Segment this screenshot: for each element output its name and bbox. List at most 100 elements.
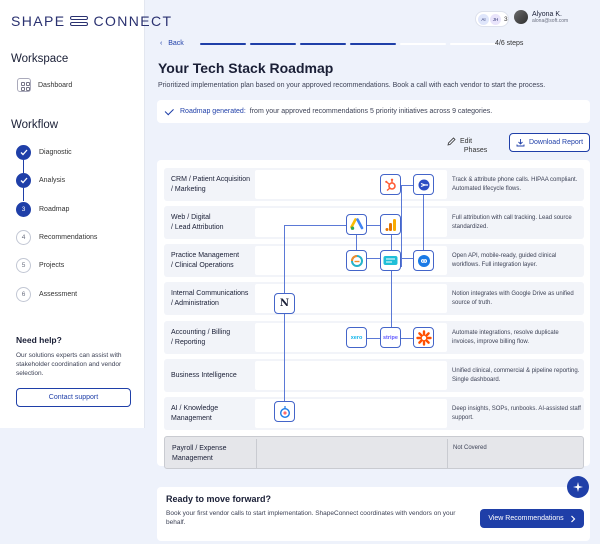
edit-label: Edit [460, 138, 473, 145]
help-text: Our solutions experts can assist with st… [16, 352, 122, 377]
avatar-count: 3 [504, 15, 508, 23]
callrail-logo-icon[interactable] [413, 174, 434, 195]
row-category: Web / Digital / Lead Attribution [171, 213, 224, 231]
steps-count: 4/6 steps [495, 40, 524, 47]
avatar: JH [490, 13, 501, 25]
download-icon [516, 139, 525, 147]
collaborators-avatars[interactable]: AI JH 3 [475, 11, 509, 27]
step-number: 3 [16, 202, 31, 217]
user-menu[interactable]: Alyona K. alona@soft.com [514, 10, 568, 24]
cta-button-label: View Recommendations [488, 515, 564, 522]
sidebar-item-dashboard[interactable]: Dashboard [17, 78, 72, 92]
workflow-step-recommendations[interactable]: 4 Recommendations [16, 230, 97, 245]
brand-logo[interactable]: SHAPE CONNECT [11, 13, 173, 29]
pencil-icon [447, 137, 456, 146]
chevron-left-icon: ‹ [160, 40, 163, 47]
page-title: Your Tech Stack Roadmap [158, 60, 334, 76]
workflow-step-assessment[interactable]: 6 Assessment [16, 287, 77, 302]
progress-segment [350, 43, 396, 45]
roadmap-row: CRM / Patient Acquisition / Marketing Tra… [164, 168, 584, 201]
brand-right: CONNECT [93, 13, 173, 29]
user-name: Alyona K. [532, 10, 562, 18]
hubspot-logo-icon[interactable] [380, 174, 401, 195]
notion-logo-icon[interactable]: N [274, 293, 295, 314]
workflow-step-projects[interactable]: 5 Projects [16, 258, 64, 273]
row-lane [255, 361, 447, 390]
user-email: alona@soft.com [532, 17, 569, 24]
cta-title: Ready to move forward? [166, 494, 272, 504]
stripe-logo-icon[interactable]: stripe [380, 327, 401, 348]
edit-phases-button[interactable]: Edit Phases [447, 137, 487, 155]
zapier-logo-icon[interactable] [413, 327, 434, 348]
sparkle-icon [573, 482, 583, 492]
step-number: 6 [16, 287, 31, 302]
step-connector [23, 160, 24, 173]
progress-bar [200, 43, 496, 45]
user-avatar [514, 10, 528, 24]
practice-mgmt-logo-icon[interactable] [380, 250, 401, 271]
roadmap-row: Practice Management / Clinical Operations… [164, 244, 584, 277]
progress-segment [250, 43, 296, 45]
check-icon [16, 173, 31, 188]
assistant-fab-button[interactable] [567, 476, 589, 498]
check-icon [164, 106, 174, 116]
row-note: Full attribution with call tracking. Lea… [452, 215, 572, 230]
row-category: Internal Communications / Administration [171, 289, 249, 307]
contact-support-button[interactable]: Contact support [16, 388, 131, 407]
workspace-heading: Workspace [11, 53, 69, 65]
google-analytics-logo-icon[interactable] [380, 214, 401, 235]
row-category: Business Intelligence [171, 371, 237, 379]
dashboard-grid-icon [17, 78, 31, 92]
roadmap-row: Internal Communications / Administration … [164, 282, 584, 315]
xero-logo-icon[interactable]: xero [346, 327, 367, 348]
loop-logo-icon[interactable] [413, 250, 434, 271]
step-label: Projects [39, 262, 65, 269]
brand-left: SHAPE [11, 13, 66, 29]
step-number: 5 [16, 258, 31, 273]
help-title: Need help? [16, 335, 62, 345]
chevron-right-icon [570, 515, 576, 522]
check-icon [16, 145, 31, 160]
download-report-button[interactable]: Download Report [509, 133, 590, 152]
row-category: AI / Knowledge Management [171, 404, 219, 422]
step-label: Analysis [39, 177, 66, 184]
row-note: Deep insights, SOPs, runbooks. AI-assist… [452, 406, 581, 421]
row-note: Notion integrates with Google Drive as u… [452, 291, 574, 306]
step-connector [23, 188, 24, 201]
progress-segment [400, 43, 446, 45]
back-button[interactable]: ‹ Back [160, 40, 184, 47]
progress-segment [200, 43, 246, 45]
ai-assistant-logo-icon[interactable] [274, 401, 295, 422]
sidebar-item-label: Dashboard [38, 81, 73, 89]
step-label: Recommendations [39, 234, 98, 241]
roadmap-generated-banner: Roadmap generated: from your approved re… [157, 100, 590, 123]
row-category: Practice Management / Clinical Operations [171, 251, 240, 269]
row-category: CRM / Patient Acquisition / Marketing [171, 175, 250, 193]
page-subtitle: Prioritized implementation plan based on… [158, 82, 546, 89]
roadmap-row: Business Intelligence Unified clinical, … [164, 359, 584, 392]
download-label: Download Report [528, 139, 584, 146]
cta-text: Book your first vendor calls to start im… [166, 510, 456, 526]
workflow-step-diagnostic[interactable]: Diagnostic [16, 145, 72, 160]
step-number: 4 [16, 230, 31, 245]
view-recommendations-button[interactable]: View Recommendations [480, 509, 584, 528]
step-label: Roadmap [39, 206, 70, 213]
cta-panel: Ready to move forward? Book your first v… [157, 487, 590, 541]
brand-mark-icon [70, 16, 89, 26]
google-ads-logo-icon[interactable] [346, 214, 367, 235]
row-category: Payroll / Expense Management [172, 444, 227, 462]
banner-text: from your approved recommendations 5 pri… [249, 108, 493, 115]
roadmap-row: Web / Digital / Lead Attribution Full att… [164, 206, 584, 239]
workflow-step-analysis[interactable]: Analysis [16, 173, 65, 188]
roadmap-row: Accounting / Billing / Reporting Automate… [164, 321, 584, 354]
step-label: Assessment [39, 291, 78, 298]
clinic-app-logo-icon[interactable] [346, 250, 367, 271]
banner-key: Roadmap generated: [180, 108, 246, 115]
roadmap-board: CRM / Patient Acquisition / Marketing Tra… [157, 160, 590, 469]
workflow-step-roadmap[interactable]: 3 Roadmap [16, 202, 69, 217]
row-category: Accounting / Billing / Reporting [171, 328, 231, 346]
row-note: Unified clinical, commercial & pipeline … [452, 368, 580, 383]
progress-segment [300, 43, 346, 45]
progress-segment [450, 43, 496, 45]
sidebar: SHAPE CONNECT Workspace Dashboard Workfl… [0, 0, 171, 428]
